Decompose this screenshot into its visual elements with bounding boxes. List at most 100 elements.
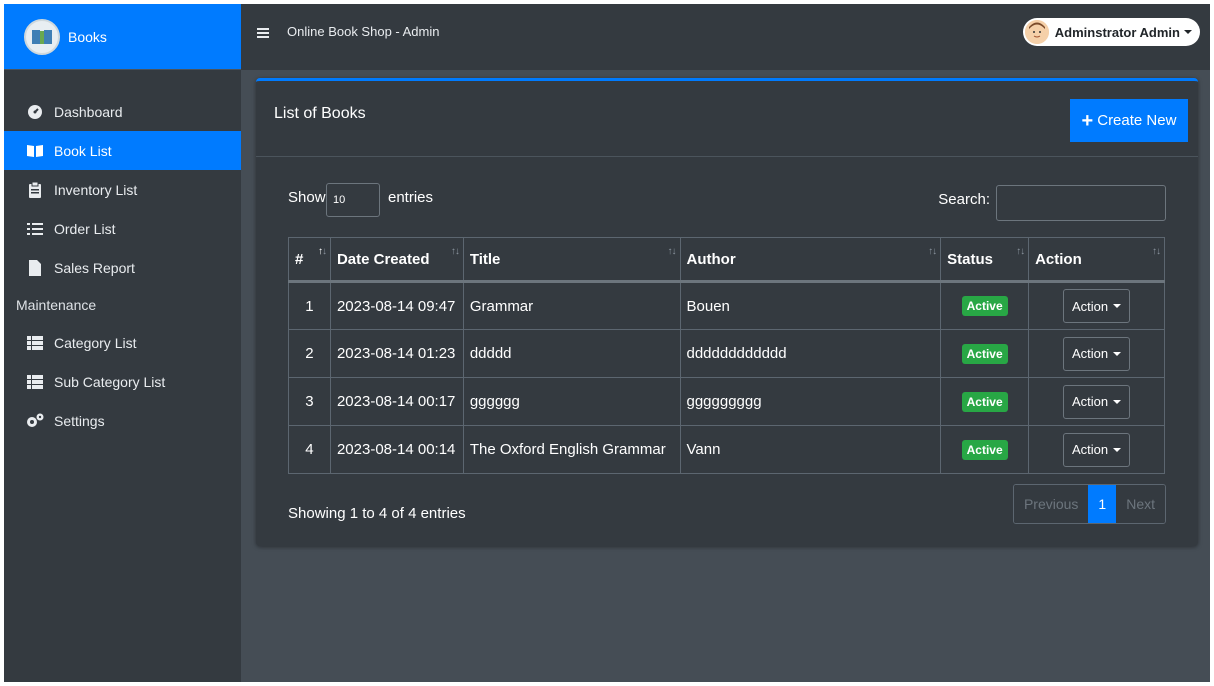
book-list-card: List of Books + Create New Show 10 entri… — [256, 78, 1198, 546]
sidebar-item-dashboard[interactable]: Dashboard — [4, 92, 241, 131]
column-header-title[interactable]: Title ↑↓ — [462, 237, 681, 283]
sidebar: Books Dashboard Book List Inventory List — [4, 4, 241, 682]
sort-icon: ↑↓ — [928, 246, 937, 257]
app-frame: Books Dashboard Book List Inventory List — [4, 4, 1210, 682]
entries-length-select[interactable]: 10 — [326, 183, 380, 217]
sidebar-nav: Dashboard Book List Inventory List Order… — [4, 92, 241, 440]
search-label: Search: — [938, 191, 990, 208]
card-body: Show 10 entries Search: — [256, 157, 1198, 223]
sort-icon: ↑↓ — [667, 246, 677, 257]
row-title: ddddd — [462, 329, 681, 378]
sidebar-item-inventory-list[interactable]: Inventory List — [4, 170, 241, 209]
books-table: # ↑↓ Date Created ↑↓ Title ↑↓ Author ↑↓ — [288, 237, 1165, 474]
sort-icon: ↑↓ — [1016, 246, 1025, 257]
row-status: Active — [940, 329, 1030, 378]
sidebar-item-category-list[interactable]: Category List — [4, 323, 241, 362]
sidebar-item-book-list[interactable]: Book List — [4, 131, 241, 170]
clipboard-list-icon — [26, 181, 44, 199]
sidebar-item-sales-report[interactable]: Sales Report — [4, 248, 241, 287]
page-title: List of Books — [274, 105, 366, 122]
status-badge: Active — [961, 439, 1008, 460]
row-action: Action — [1028, 377, 1165, 426]
row-title: gggggg — [462, 377, 681, 426]
sidebar-item-sub-category-list[interactable]: Sub Category List — [4, 362, 241, 401]
chevron-down-icon — [1113, 399, 1122, 404]
sidebar-item-label: Sales Report — [54, 259, 135, 276]
row-title: The Oxford English Grammar — [462, 425, 681, 474]
table-controls: Show 10 entries Search: — [288, 157, 1166, 223]
brand-logo-icon — [24, 18, 60, 55]
table-list-icon — [26, 373, 44, 391]
pagination-page-1[interactable]: 1 — [1088, 485, 1117, 523]
table-row: 2 2023-08-14 01:23 ddddd dddddddddddd Ac… — [288, 329, 1165, 378]
table-list-icon — [26, 334, 44, 352]
pagination-next[interactable]: Next — [1116, 485, 1165, 523]
table-info: Showing 1 to 4 of 4 entries — [288, 505, 466, 522]
row-date-created: 2023-08-14 01:23 — [329, 329, 464, 378]
show-label: Show — [288, 189, 326, 206]
row-number: 4 — [288, 425, 331, 474]
sidebar-item-settings[interactable]: Settings — [4, 401, 241, 440]
sidebar-item-label: Inventory List — [54, 181, 138, 198]
sidebar-item-label: Category List — [54, 334, 137, 351]
sidebar-section-header: Maintenance — [16, 297, 97, 313]
status-badge: Active — [961, 296, 1008, 316]
table-header-row: # ↑↓ Date Created ↑↓ Title ↑↓ Author ↑↓ — [288, 237, 1165, 283]
brand-link[interactable]: Books — [4, 4, 241, 70]
sort-asc-icon: ↑↓ — [317, 246, 327, 257]
avatar — [1024, 20, 1049, 44]
row-action: Action — [1028, 425, 1165, 474]
user-name: Adminstrator Admin — [1054, 24, 1180, 40]
menu-toggle-icon[interactable] — [257, 26, 269, 38]
row-number: 1 — [288, 281, 331, 330]
column-header-action[interactable]: Action ↑↓ — [1028, 237, 1165, 283]
action-dropdown-button[interactable]: Action — [1062, 432, 1131, 467]
row-status: Active — [940, 425, 1030, 474]
row-author: dddddddddddd — [679, 329, 942, 378]
table-row: 3 2023-08-14 00:17 gggggg ggggggggg Acti… — [288, 377, 1165, 426]
sort-icon: ↑↓ — [1152, 246, 1161, 257]
row-action: Action — [1028, 281, 1165, 330]
table-row: 4 2023-08-14 00:14 The Oxford English Gr… — [288, 425, 1165, 474]
sidebar-item-label: Book List — [54, 142, 112, 159]
entries-label: entries — [388, 189, 434, 206]
create-new-button[interactable]: + Create New — [1070, 99, 1188, 142]
column-header-number[interactable]: # ↑↓ — [288, 237, 331, 283]
row-author: Bouen — [679, 281, 942, 330]
sort-icon: ↑↓ — [450, 246, 460, 257]
row-number: 3 — [288, 377, 331, 426]
brand-name: Books — [68, 28, 107, 45]
search-input[interactable] — [996, 185, 1166, 221]
plus-icon: + — [1081, 109, 1094, 132]
card-header: List of Books + Create New — [256, 81, 1198, 157]
row-status: Active — [940, 281, 1030, 330]
topbar: Online Book Shop - Admin Adminstrator Ad… — [241, 4, 1210, 70]
row-title: Grammar — [462, 281, 681, 330]
chevron-down-icon — [1113, 351, 1122, 356]
pagination-previous[interactable]: Previous — [1013, 485, 1089, 523]
dashboard-icon — [26, 103, 44, 121]
row-author: ggggggggg — [679, 377, 942, 426]
action-dropdown-button[interactable]: Action — [1062, 384, 1131, 419]
action-dropdown-button[interactable]: Action — [1062, 336, 1131, 371]
status-badge: Active — [961, 343, 1008, 364]
list-icon — [26, 220, 44, 238]
book-icon — [26, 142, 44, 160]
action-dropdown-button[interactable]: Action — [1062, 289, 1131, 323]
chevron-down-icon — [1113, 304, 1122, 308]
column-header-status[interactable]: Status ↑↓ — [940, 237, 1030, 283]
sidebar-item-label: Sub Category List — [54, 373, 166, 390]
file-icon — [26, 259, 44, 277]
row-date-created: 2023-08-14 00:14 — [329, 425, 464, 474]
column-header-author[interactable]: Author ↑↓ — [679, 237, 942, 283]
sidebar-item-order-list[interactable]: Order List — [4, 209, 241, 248]
app-title: Online Book Shop - Admin — [287, 24, 440, 39]
chevron-down-icon — [1113, 447, 1122, 452]
user-menu-button[interactable]: Adminstrator Admin — [1022, 18, 1200, 46]
column-header-date-created[interactable]: Date Created ↑↓ — [329, 237, 464, 283]
sidebar-item-label: Dashboard — [54, 103, 123, 120]
row-date-created: 2023-08-14 09:47 — [329, 281, 464, 330]
row-author: Vann — [679, 425, 942, 474]
table-row: 1 2023-08-14 09:47 Grammar Bouen Active … — [288, 281, 1165, 330]
row-action: Action — [1028, 329, 1165, 378]
